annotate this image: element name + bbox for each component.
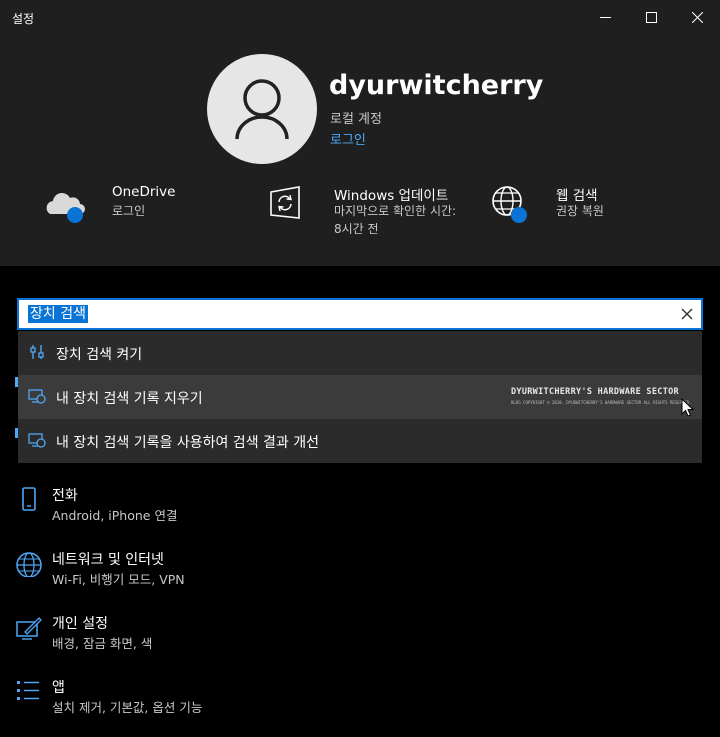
category-subtitle: 설치 제거, 기본값, 옵션 기능 bbox=[52, 700, 203, 715]
suggestion-label: 장치 검색 켜기 bbox=[56, 347, 143, 363]
suggestion-item[interactable]: 내 장치 검색 기록을 사용하여 검색 결과 개선 bbox=[18, 419, 702, 463]
maximize-icon bbox=[645, 11, 657, 23]
watermark-subtitle: BLOG COPYRIGHT © 2018. DYURWITCHERRY'S H… bbox=[511, 400, 692, 405]
mouse-cursor-icon bbox=[681, 398, 695, 417]
suggestion-item[interactable]: 내 장치 검색 기록 지우기 DYURWITCHERRY'S HARDWARE … bbox=[18, 375, 702, 419]
search-input[interactable]: 장치 검색 bbox=[28, 305, 88, 323]
category-title: 네트워크 및 인터넷 bbox=[52, 552, 164, 568]
category-apps[interactable]: 앱 설치 제거, 기본값, 옵션 기능 bbox=[0, 677, 720, 737]
category-title: 앱 bbox=[52, 680, 65, 696]
category-personalization[interactable]: 개인 설정 배경, 잠금 화면, 색 bbox=[0, 613, 720, 673]
globe-icon bbox=[16, 552, 42, 577]
account-username: dyurwitcherry bbox=[329, 70, 544, 101]
search-suggestions: 장치 검색 켜기 내 장치 검색 기록 지우기 DYURWITCHERRY'S … bbox=[18, 331, 702, 463]
apps-list-icon bbox=[17, 681, 39, 700]
quick-item-title: 웹 검색 bbox=[556, 188, 598, 204]
search-box[interactable]: 장치 검색 bbox=[17, 298, 703, 330]
minimize-icon bbox=[599, 16, 611, 18]
user-icon bbox=[235, 79, 289, 140]
suggestion-item[interactable]: 장치 검색 켜기 bbox=[18, 331, 702, 375]
quick-item-web-search[interactable]: 웹 검색 권장 복원 bbox=[488, 182, 688, 242]
quick-item-title: Windows 업데이트 bbox=[334, 188, 449, 204]
category-network[interactable]: 네트워크 및 인터넷 Wi-Fi, 비행기 모드, VPN bbox=[0, 549, 720, 609]
close-icon bbox=[691, 11, 703, 23]
windows-update-icon bbox=[270, 186, 300, 219]
suggestion-label: 내 장치 검색 기록 지우기 bbox=[56, 391, 203, 407]
close-button[interactable] bbox=[674, 0, 720, 34]
quick-item-windows-update[interactable]: Windows 업데이트 마지막으로 확인한 시간: 8시간 전 bbox=[266, 182, 466, 242]
quick-item-subtitle: 권장 복원 bbox=[556, 204, 604, 218]
window-title: 설정 bbox=[12, 12, 35, 26]
category-phone[interactable]: 전화 Android, iPhone 연결 bbox=[0, 485, 720, 545]
avatar[interactable] bbox=[207, 54, 317, 164]
device-history-icon bbox=[28, 389, 46, 404]
quick-item-title: OneDrive bbox=[112, 184, 176, 200]
account-type: 로컬 계정 bbox=[330, 112, 382, 127]
maximize-button[interactable] bbox=[628, 0, 674, 34]
quick-item-subtitle: 로그인 bbox=[112, 204, 146, 218]
category-subtitle: Wi-Fi, 비행기 모드, VPN bbox=[52, 572, 185, 587]
onedrive-icon bbox=[46, 193, 85, 223]
web-search-icon bbox=[492, 186, 527, 223]
suggestion-label: 내 장치 검색 기록을 사용하여 검색 결과 개선 bbox=[56, 435, 319, 451]
category-title: 개인 설정 bbox=[52, 616, 108, 632]
category-title: 전화 bbox=[52, 488, 78, 504]
quick-item-subtitle: 마지막으로 확인한 시간: 8시간 전 bbox=[334, 204, 457, 236]
category-subtitle: Android, iPhone 연결 bbox=[52, 508, 178, 523]
phone-icon bbox=[22, 487, 36, 511]
clear-search-icon[interactable] bbox=[681, 308, 693, 320]
settings-sliders-icon bbox=[30, 345, 44, 359]
personalization-icon bbox=[16, 617, 42, 640]
login-link[interactable]: 로그인 bbox=[330, 129, 366, 148]
title-bar[interactable]: 설정 bbox=[0, 0, 720, 34]
quick-item-onedrive[interactable]: OneDrive 로그인 bbox=[44, 182, 244, 242]
minimize-button[interactable] bbox=[582, 0, 628, 34]
watermark: DYURWITCHERRY'S HARDWARE SECTOR BLOG COP… bbox=[511, 387, 692, 405]
category-subtitle: 배경, 잠금 화면, 색 bbox=[52, 636, 153, 651]
account-header: dyurwitcherry 로컬 계정 로그인 OneDrive 로그인 Win… bbox=[0, 34, 720, 266]
device-history-icon bbox=[28, 433, 46, 448]
watermark-title: DYURWITCHERRY'S HARDWARE SECTOR bbox=[511, 387, 679, 397]
